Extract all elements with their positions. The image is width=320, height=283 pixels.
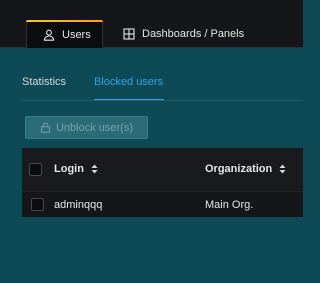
table-header: Login Organization [22, 148, 303, 191]
sort-icon[interactable] [279, 164, 286, 174]
select-all-checkbox[interactable] [29, 163, 42, 176]
unblock-users-button[interactable]: Unblock user(s) [25, 116, 148, 139]
cell-login: adminqqq [54, 199, 103, 211]
unblock-users-label: Unblock user(s) [55, 121, 134, 134]
grid-icon [123, 28, 135, 40]
subtab-blocked-users[interactable]: Blocked users [94, 76, 163, 88]
subtab-statistics[interactable]: Statistics [22, 76, 66, 88]
subtab-bar: Statistics Blocked users [0, 48, 303, 101]
tab-dashboards-panels-label: Dashboards / Panels [142, 28, 245, 40]
column-header-organization-label: Organization [205, 163, 273, 175]
table-row[interactable]: adminqqq Main Org. [22, 191, 303, 217]
column-header-organization[interactable]: Organization [205, 163, 286, 175]
column-header-login[interactable]: Login [54, 163, 98, 175]
column-header-login-label: Login [54, 163, 84, 175]
user-icon [43, 29, 55, 41]
sort-icon[interactable] [91, 164, 98, 174]
subtabs-divider [20, 100, 303, 101]
tab-users[interactable]: Users [26, 20, 103, 48]
tab-dashboards-panels[interactable]: Dashboards / Panels [123, 20, 244, 48]
lock-icon [40, 122, 51, 133]
tab-users-label: Users [62, 28, 91, 41]
top-tab-bar: Users Dashboards / Panels [0, 0, 303, 48]
row-checkbox[interactable] [31, 198, 44, 211]
cell-organization: Main Org. [205, 199, 254, 211]
